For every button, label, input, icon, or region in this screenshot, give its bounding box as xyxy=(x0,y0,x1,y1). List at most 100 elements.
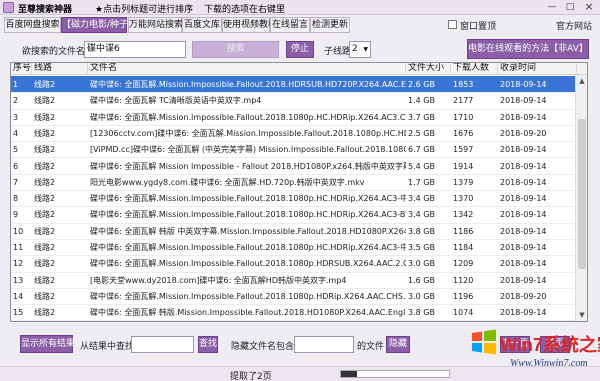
tab-check-update[interactable]: 检测更新 xyxy=(310,17,350,33)
cell-line: 线路2 xyxy=(34,128,56,138)
close-icon[interactable]: × xyxy=(581,1,597,13)
cell-downloads: 1196 xyxy=(453,291,474,301)
vertical-scrollbar[interactable]: ▲ ▼ xyxy=(575,75,587,321)
tab-universal-site[interactable]: 万能网站搜索 xyxy=(128,17,183,33)
progress-bar xyxy=(340,370,450,378)
cell-line: 线路2 xyxy=(34,308,56,318)
cell-filename: [12306cctv.com]碟中谍6: 全面瓦解.Mission.Imposs… xyxy=(90,128,406,138)
col-header-date[interactable]: 收录时间 xyxy=(498,63,577,75)
col-header-filename[interactable]: 文件名 xyxy=(88,63,406,75)
line-label: 子线路 xyxy=(324,47,352,57)
table-row[interactable]: 3 线路2 碟中谍6: 全面瓦解.Mission.Impossible.Fallou… xyxy=(11,109,577,126)
tab-video-tutorial[interactable]: 使用视频教程 xyxy=(222,17,277,33)
cell-no: 13 xyxy=(13,275,24,285)
tab-message[interactable]: 在线留言 xyxy=(270,17,310,33)
cell-line: 线路2 xyxy=(34,243,56,252)
hide-button[interactable]: 隐藏 xyxy=(386,336,410,353)
pin-checkbox[interactable] xyxy=(448,20,457,29)
table-row[interactable]: 5 线路2 [ViPMD.cc]碟中谍6: 全面瓦解 (中英完美字幕) Missio… xyxy=(11,141,577,159)
cell-date: 2018-09-14 xyxy=(500,145,547,155)
official-site-link[interactable]: 官方网站 xyxy=(556,19,592,32)
scroll-thumb[interactable] xyxy=(578,119,586,269)
status-text: 提取了2页 xyxy=(230,372,272,381)
filter-label: 从结果中查找: xyxy=(80,342,138,352)
line-select[interactable]: 2 ▼ xyxy=(349,41,371,58)
cell-filename: 碟中谍6: 全面瓦解.Mission.Impossible.Fallout.20… xyxy=(90,291,406,301)
table-row[interactable]: 14 线路2 碟中谍6: 全面瓦解.Mission.Impossible.Fallo… xyxy=(11,288,577,306)
table-row[interactable]: 2 线路2 碟中谍6: 全面瓦解 TC清晰版英语中英双字.mp4 1.4 GB 2177… xyxy=(11,92,577,110)
table-row[interactable]: 10 线路2 碟中谍6: 全面瓦解 韩版 中英双字幕.Mission.Impossi… xyxy=(11,223,577,240)
table-row[interactable]: 9 线路2 碟中谍6: 全面瓦解.Mission.Impossible.Fallou… xyxy=(11,206,577,224)
stop-button[interactable]: 停止 xyxy=(286,41,314,58)
cell-downloads: 1370 xyxy=(453,194,474,204)
cell-filename: 碟中谍6: 全面瓦解.Mission.Impossible.Fallout.20… xyxy=(90,243,406,252)
scroll-up-icon[interactable]: ▲ xyxy=(577,76,587,86)
cell-date: 2018-09-14 xyxy=(500,275,547,285)
table-row[interactable]: 11 线路2 碟中谍6: 全面瓦解.Mission.Impossible.Fallo… xyxy=(11,239,577,257)
pin-label: 窗口置顶 xyxy=(460,22,497,32)
filter-input[interactable] xyxy=(131,336,194,353)
watermark: Win7系统之家 Www.Winwin7.com xyxy=(470,325,600,379)
search-label: 欲搜索的文件名: xyxy=(22,47,89,57)
tab-magnet[interactable]: 【磁力电影/种子】 xyxy=(61,17,137,33)
cell-downloads: 1710 xyxy=(453,112,474,122)
cell-size: 3.7 GB xyxy=(408,112,435,122)
cell-filename: [ViPMD.cc]碟中谍6: 全面瓦解 (中英完美字幕) Mission.Im… xyxy=(90,145,406,155)
cell-no: 10 xyxy=(13,226,24,236)
cell-filename: 碟中谍6: 全面瓦解 Mission Impossible - Fallout … xyxy=(90,161,406,171)
cell-date: 2018-09-14 xyxy=(500,161,547,171)
results-table[interactable]: 序号 线路 文件名 文件大小 下载人数 收录时间 1 线路2 碟中谍6: 全面瓦解.… xyxy=(10,62,588,322)
cell-size: 3.4 GB xyxy=(408,194,435,204)
cell-no: 14 xyxy=(13,291,24,301)
table-row[interactable]: 12 线路2 碟中谍6: 全面瓦解.Mission.Impossible.Fallo… xyxy=(11,255,577,273)
cell-downloads: 1184 xyxy=(453,243,474,252)
table-row[interactable]: 13 线路2 [电影天堂www.dy2018.com]碟中谍6: 全面瓦解HD韩版中… xyxy=(11,272,577,289)
cell-date: 2018-09-20 xyxy=(500,128,547,138)
show-all-button[interactable]: 显示所有结果 xyxy=(20,335,75,353)
filter-button[interactable]: 查找 xyxy=(198,336,218,353)
tab-baidu-wenku[interactable]: 百度文库 xyxy=(182,17,222,33)
cell-filename: 碟中谍6: 全面瓦解.Mission.Impossible.Fallout.20… xyxy=(90,259,406,269)
cell-filename: 碟中谍6: 全面瓦解.Mission.Impossible.Fallout.20… xyxy=(90,80,406,89)
cell-downloads: 1914 xyxy=(453,161,474,171)
tab-baidu-pan[interactable]: 百度网盘搜索 xyxy=(4,17,61,33)
cell-size: 5.4 GB xyxy=(408,161,435,171)
cell-no: 9 xyxy=(13,210,19,220)
cell-downloads: 1120 xyxy=(453,275,474,285)
hide-input[interactable] xyxy=(294,336,354,353)
cell-line: 线路2 xyxy=(34,259,56,269)
cell-line: 线路2 xyxy=(34,145,56,155)
hide-label: 隐藏文件名包含: xyxy=(231,342,298,352)
table-row[interactable]: 7 线路2 阳光电影www.ygdy8.com.碟中谍6: 全面瓦解.HD.720p… xyxy=(11,174,577,192)
scroll-down-icon[interactable]: ▼ xyxy=(577,310,587,320)
cell-date: 2018-09-14 xyxy=(500,194,547,204)
table-row[interactable]: 6 线路2 碟中谍6: 全面瓦解 Mission Impossible - Fall… xyxy=(11,158,577,175)
col-header-no[interactable]: 序号 xyxy=(11,63,32,75)
col-header-size[interactable]: 文件大小 xyxy=(406,63,451,75)
cell-downloads: 1597 xyxy=(453,145,474,155)
cell-no: 1 xyxy=(13,80,19,89)
sort-hint: ★点击列标题可进行排序 xyxy=(95,5,194,15)
table-header: 序号 线路 文件名 文件大小 下载人数 收录时间 xyxy=(11,63,587,75)
table-row[interactable]: 4 线路2 [12306cctv.com]碟中谍6: 全面瓦解.Mission.Im… xyxy=(11,125,577,143)
online-watch-button[interactable]: 电影在线观看的方法【非AV】 xyxy=(467,39,589,59)
search-input[interactable]: 碟中谍6 xyxy=(84,41,186,58)
cell-no: 12 xyxy=(13,259,24,269)
maximize-icon[interactable]: □ xyxy=(562,1,578,13)
line-value: 2 xyxy=(352,44,358,54)
cell-downloads: 1342 xyxy=(453,210,474,220)
minimize-icon[interactable]: — xyxy=(544,1,560,13)
title-bar: 至尊搜索神器 ★点击列标题可进行排序 下载的选项在右键里 — □ × xyxy=(0,0,600,15)
cell-date: 2018-09-14 xyxy=(500,243,547,252)
cell-size: 1.6 GB xyxy=(408,275,435,285)
table-row[interactable]: 15 线路2 碟中谍6: 全面瓦解 韩版.Mission.Impossible.Fa… xyxy=(11,304,577,321)
search-button[interactable]: 搜索 xyxy=(192,41,279,58)
col-header-line[interactable]: 线路 xyxy=(32,63,88,75)
cell-no: 6 xyxy=(13,161,19,171)
cell-filename: 碟中谍6: 全面瓦解 韩版.Mission.Impossible.Fallout… xyxy=(90,308,406,318)
cell-size: 3.4 GB xyxy=(408,210,435,220)
table-row[interactable]: 8 线路2 碟中谍6: 全面瓦解.Mission.Impossible.Fallou… xyxy=(11,190,577,208)
cell-date: 2018-09-14 xyxy=(500,259,547,269)
table-row[interactable]: 1 线路2 碟中谍6: 全面瓦解.Mission.Impossible.Fallou… xyxy=(11,76,577,94)
col-header-downloads[interactable]: 下载人数 xyxy=(451,63,498,75)
